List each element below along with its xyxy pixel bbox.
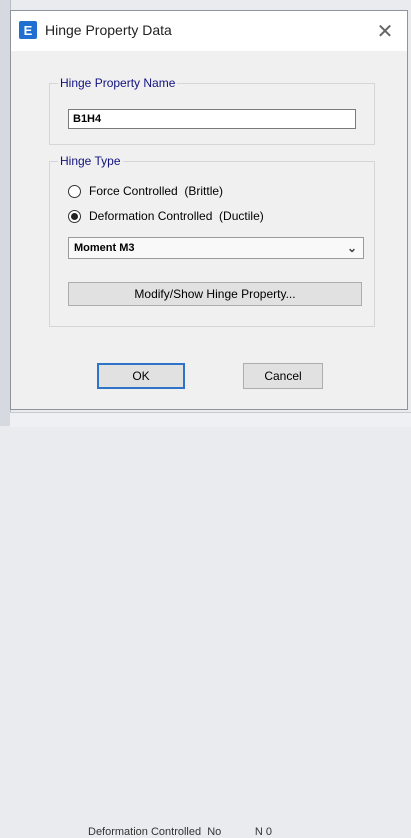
hinge-dof-dropdown[interactable]: Moment M3 ⌄ [68, 237, 364, 259]
ok-button[interactable]: OK [97, 363, 185, 389]
chevron-down-icon: ⌄ [346, 241, 357, 255]
deformation-controlled-label: Deformation Controlled (Ductile) [89, 209, 264, 223]
close-icon: ✕ [376, 20, 394, 43]
hinge-property-dialog: E Hinge Property Data ✕ Hinge Property N… [10, 10, 408, 410]
deformation-controlled-radio[interactable] [68, 209, 81, 223]
hinge-name-group: Hinge Property Name B1H4 [49, 75, 375, 145]
force-controlled-label: Force Controlled (Brittle) [89, 184, 224, 198]
close-button[interactable]: ✕ [363, 11, 407, 51]
force-controlled-radio[interactable] [68, 184, 81, 198]
modify-hinge-property-button[interactable]: Modify/Show Hinge Property... [68, 282, 362, 306]
app-logo-icon: E [19, 21, 37, 39]
hinge-name-legend: Hinge Property Name [58, 75, 178, 91]
hinge-type-legend: Hinge Type [58, 153, 123, 169]
cancel-button[interactable]: Cancel [243, 363, 323, 389]
background-row-text: Deformation Controlled No N 0 [88, 826, 273, 838]
deformation-controlled-option[interactable]: Deformation Controlled (Ductile) [68, 209, 264, 223]
force-controlled-option[interactable]: Force Controlled (Brittle) [68, 184, 223, 198]
dialog-title: Hinge Property Data [45, 22, 172, 38]
dialog-content: Hinge Property Name B1H4 Hinge Type Forc… [11, 51, 407, 409]
hinge-type-group: Hinge Type Force Controlled (Brittle) De… [49, 153, 375, 327]
hinge-dof-value: Moment M3 [74, 242, 135, 254]
background-table-row: Deformation Controlled No N 0 [10, 412, 411, 838]
title-bar[interactable]: E Hinge Property Data ✕ [11, 11, 407, 51]
hinge-name-input[interactable]: B1H4 [68, 109, 356, 129]
